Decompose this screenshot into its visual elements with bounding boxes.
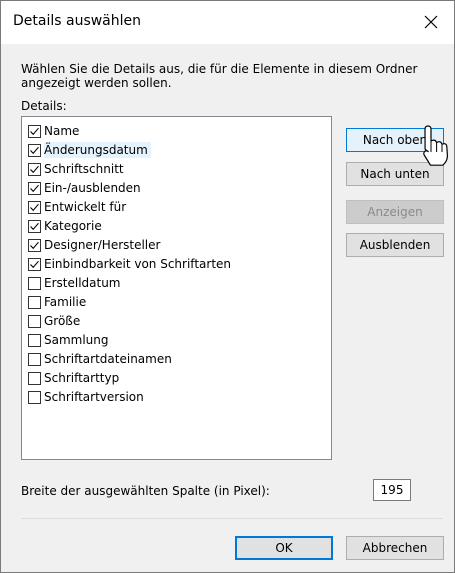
hand-cursor-icon [423, 125, 449, 166]
details-list-item[interactable]: Kategorie [28, 218, 105, 234]
separator [21, 518, 443, 519]
details-checkbox[interactable] [28, 333, 41, 347]
details-checkbox[interactable] [28, 390, 41, 404]
details-checkbox[interactable] [28, 181, 41, 195]
show-button[interactable]: Anzeigen [346, 200, 444, 224]
details-checkbox[interactable] [28, 276, 41, 290]
check-icon [30, 184, 39, 192]
check-icon [30, 241, 39, 249]
details-list-item[interactable]: Schriftartdateinamen [28, 351, 175, 367]
details-list-item[interactable]: Größe [28, 313, 83, 329]
close-button[interactable] [420, 11, 442, 33]
details-list-item[interactable]: Sammlung [28, 332, 112, 348]
details-item-label: Kategorie [44, 219, 102, 233]
details-checkbox[interactable] [28, 238, 41, 252]
details-list-item[interactable]: Schriftschnitt [28, 161, 127, 177]
check-icon [30, 165, 39, 173]
details-item-label: Änderungsdatum [44, 142, 151, 158]
details-item-label: Entwickelt für [44, 200, 127, 214]
column-width-input[interactable] [373, 479, 411, 501]
details-item-label: Schriftartdateinamen [44, 352, 172, 366]
title-bar[interactable]: Details auswählen [1, 1, 454, 44]
details-checkbox[interactable] [28, 352, 41, 366]
check-icon [30, 146, 39, 154]
details-checkbox[interactable] [28, 371, 41, 385]
details-list-item[interactable]: Familie [28, 294, 89, 310]
details-checkbox[interactable] [28, 257, 41, 271]
check-icon [30, 222, 39, 230]
cancel-button[interactable]: Abbrechen [346, 536, 444, 560]
details-checkbox[interactable] [28, 162, 41, 176]
details-list-item[interactable]: Änderungsdatum [28, 142, 151, 158]
dialog-content: Wählen Sie die Details aus, die für die … [1, 44, 454, 572]
check-icon [30, 127, 39, 135]
details-list-item[interactable]: Schriftartversion [28, 389, 147, 405]
details-item-label: Schriftarttyp [44, 371, 120, 385]
details-list-item[interactable]: Designer/Hersteller [28, 237, 163, 253]
details-list-item[interactable]: Entwickelt für [28, 199, 129, 215]
details-list-item[interactable]: Schriftarttyp [28, 370, 122, 386]
close-icon [424, 15, 438, 29]
details-item-label: Erstelldatum [44, 276, 121, 290]
details-list-item[interactable]: Ein-/ausblenden [28, 180, 144, 196]
details-checkbox[interactable] [28, 200, 41, 214]
details-checkbox[interactable] [28, 295, 41, 309]
details-item-label: Schriftartversion [44, 390, 144, 404]
details-checkbox[interactable] [28, 124, 41, 138]
check-icon [30, 260, 39, 268]
instruction-text: Wählen Sie die Details aus, die für die … [21, 62, 418, 90]
details-list-item[interactable]: Einbindbarkeit von Schriftarten [28, 256, 234, 272]
details-item-label: Schriftschnitt [44, 162, 124, 176]
details-list-item[interactable]: Erstelldatum [28, 275, 124, 291]
details-item-label: Ein-/ausblenden [44, 181, 141, 195]
details-item-label: Name [44, 124, 80, 138]
details-item-label: Sammlung [44, 333, 109, 347]
details-item-label: Familie [44, 295, 87, 309]
details-checkbox[interactable] [28, 143, 41, 157]
window-title: Details auswählen [13, 13, 142, 29]
check-icon [30, 203, 39, 211]
column-width-label: Breite der ausgewählten Spalte (in Pixel… [21, 484, 270, 498]
details-list-item[interactable]: Name [28, 123, 82, 139]
details-list[interactable]: Name Änderungsdatum Schriftschnitt Ein-/aus… [21, 116, 332, 460]
ok-button[interactable]: OK [235, 536, 333, 560]
details-item-label: Designer/Hersteller [44, 238, 161, 252]
details-checkbox[interactable] [28, 314, 41, 328]
details-checkbox[interactable] [28, 219, 41, 233]
hide-button[interactable]: Ausblenden [346, 233, 444, 257]
details-item-label: Größe [44, 314, 81, 328]
details-item-label: Einbindbarkeit von Schriftarten [44, 257, 232, 271]
details-label: Details: [21, 99, 67, 113]
